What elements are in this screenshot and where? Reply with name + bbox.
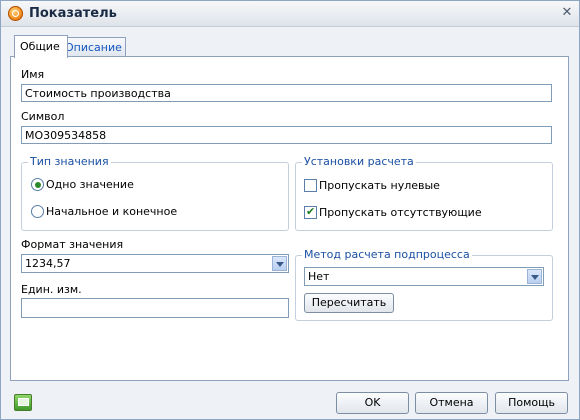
dialog-window: Показатель ✕ Общие Описание Имя Стоимост… <box>0 0 580 420</box>
skip-missing-checkbox[interactable] <box>304 205 317 219</box>
single-value-radio[interactable] <box>31 178 44 191</box>
tab-panel-general: Имя Стоимость производства Символ MO3095… <box>10 56 569 381</box>
value-type-legend: Тип значения <box>28 155 111 168</box>
name-label: Имя <box>21 68 45 81</box>
subprocess-value: Нет <box>308 270 330 283</box>
close-button[interactable]: ✕ <box>559 5 575 21</box>
format-value: 1234,57 <box>25 257 71 270</box>
subprocess-group: Метод расчета подпроцесса Нет Пересчитат… <box>295 249 553 321</box>
chevron-down-icon[interactable] <box>527 269 542 284</box>
chevron-down-icon[interactable] <box>272 256 287 271</box>
single-value-label[interactable]: Одно значение <box>46 178 134 191</box>
value-type-group: Тип значения Одно значение Начальное и к… <box>21 156 289 231</box>
format-select[interactable]: 1234,57 <box>21 254 289 273</box>
name-field[interactable]: Стоимость производства <box>21 84 552 102</box>
skip-zero-label[interactable]: Пропускать нулевые <box>319 179 440 192</box>
subprocess-select[interactable]: Нет <box>304 267 544 286</box>
format-label: Формат значения <box>21 238 124 251</box>
calc-settings-group: Установки расчета Пропускать нулевые Про… <box>295 156 553 231</box>
skip-zero-checkbox[interactable] <box>304 179 317 192</box>
book-icon[interactable] <box>14 394 32 411</box>
symbol-label: Символ <box>21 110 65 123</box>
app-logo-icon <box>8 6 23 21</box>
recalculate-button[interactable]: Пересчитать <box>304 293 394 313</box>
window-title: Показатель <box>29 6 117 21</box>
start-end-radio[interactable] <box>31 205 44 218</box>
tab-description[interactable]: Описание <box>59 37 126 57</box>
cancel-button[interactable]: Отмена <box>415 392 488 414</box>
start-end-label[interactable]: Начальное и конечное <box>46 205 177 218</box>
ok-button[interactable]: OK <box>336 392 409 414</box>
unit-label: Един. изм. <box>21 283 82 296</box>
subprocess-legend: Метод расчета подпроцесса <box>302 248 472 261</box>
calc-settings-legend: Установки расчета <box>302 155 416 168</box>
help-button[interactable]: Помощь <box>495 392 568 414</box>
title-bar[interactable]: Показатель ✕ <box>1 1 579 27</box>
skip-missing-label[interactable]: Пропускать отсутствующие <box>319 206 482 219</box>
unit-field[interactable] <box>21 298 289 318</box>
tab-general[interactable]: Общие <box>14 35 68 58</box>
symbol-field[interactable]: MO309534858 <box>21 126 552 144</box>
